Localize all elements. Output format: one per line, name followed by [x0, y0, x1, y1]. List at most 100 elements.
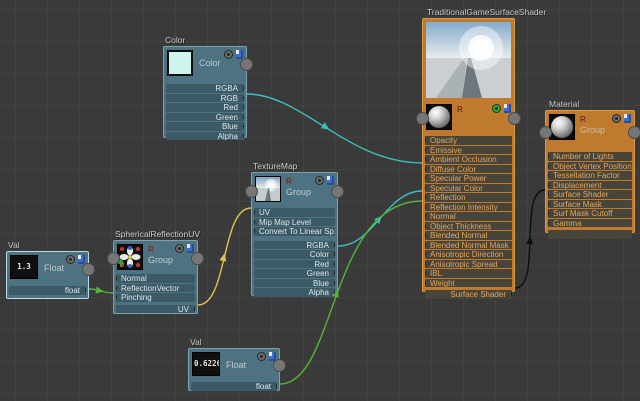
- connector-bubble[interactable]: [82, 263, 95, 276]
- port-blended-normal-mask[interactable]: [425, 240, 426, 249]
- port-row: UV: [254, 208, 335, 217]
- gizmo-preview[interactable]: [117, 244, 143, 270]
- node-type-label: Float: [226, 360, 247, 370]
- connector-bubble[interactable]: [539, 126, 552, 139]
- connector-bubble[interactable]: [331, 185, 344, 198]
- port-displacement[interactable]: [548, 180, 549, 189]
- port-row: VConvert To Linear Sp.: [254, 227, 335, 236]
- port-rgb[interactable]: [243, 93, 244, 102]
- port-blended-normal[interactable]: [425, 231, 426, 239]
- port-blue[interactable]: [334, 278, 335, 287]
- comment-flag-icon[interactable]: [327, 176, 334, 185]
- preview-toggle-icon[interactable]: [492, 104, 501, 113]
- comment-flag-icon[interactable]: [624, 114, 631, 123]
- port-number-of-lights[interactable]: V: [548, 152, 549, 160]
- connector-bubble[interactable]: [416, 112, 429, 125]
- wire-texturemap-color-to-reflection[interactable]: [337, 190, 423, 247]
- port-row: Reflection Intensity: [425, 202, 512, 211]
- port-alpha[interactable]: [243, 131, 244, 140]
- connector-bubble[interactable]: [273, 359, 286, 372]
- port-reflection-intensity[interactable]: [425, 202, 426, 211]
- comment-flag-icon[interactable]: [504, 104, 511, 113]
- port-specular-color[interactable]: [425, 183, 426, 192]
- connector-bubble[interactable]: [628, 126, 640, 139]
- port-gamma[interactable]: V: [548, 218, 549, 227]
- port-diffuse-color[interactable]: [425, 164, 426, 173]
- wire-surfaceshader-to-material[interactable]: [514, 189, 546, 289]
- comment-flag-icon[interactable]: [78, 255, 85, 264]
- comment-flag-icon[interactable]: [187, 244, 194, 253]
- shader-preview-image[interactable]: [426, 22, 511, 98]
- port-float-out[interactable]: [85, 286, 86, 294]
- shader-graph-canvas[interactable]: { "colors":{ "port_green":"#76c02f","por…: [0, 0, 640, 401]
- node-color[interactable]: Color Color RGBA RGB Red Green Blue Alph…: [163, 35, 253, 140]
- wire-color-rgb-to-diffuse-color[interactable]: [246, 93, 423, 164]
- node-texturemap[interactable]: TextureMap R Group UV Mip Map Level VCon…: [245, 161, 344, 297]
- port-rgba[interactable]: [334, 240, 335, 249]
- connector-bubble[interactable]: [191, 252, 204, 265]
- port-reflection[interactable]: [425, 193, 426, 201]
- port-anisotropic-direction[interactable]: [425, 250, 426, 258]
- port-surf-mask-cutoff[interactable]: [548, 209, 549, 217]
- port-blue[interactable]: [243, 122, 244, 130]
- port-pinching[interactable]: [116, 293, 117, 301]
- preview-toggle-icon[interactable]: [257, 352, 266, 361]
- node-sphericalreflectionuv[interactable]: SphericalReflectionUV R Group Normal Ref…: [107, 229, 204, 314]
- port-red[interactable]: [334, 259, 335, 268]
- port-tessellation-factor[interactable]: [548, 171, 549, 179]
- connector-bubble[interactable]: [245, 185, 258, 198]
- port-green[interactable]: [243, 112, 244, 121]
- port-row: float: [191, 382, 277, 391]
- port-uv[interactable]: [254, 208, 255, 216]
- port-uv-out[interactable]: [194, 304, 195, 313]
- material-sphere-preview[interactable]: [426, 104, 452, 130]
- float-value-field[interactable]: 1.3: [10, 255, 38, 279]
- port-red[interactable]: [243, 103, 244, 111]
- material-sphere-preview[interactable]: [549, 114, 575, 140]
- port-weight[interactable]: [425, 278, 426, 287]
- connector-bubble[interactable]: [240, 58, 253, 71]
- preview-toggle-icon[interactable]: [66, 255, 75, 264]
- color-swatch[interactable]: [167, 50, 193, 76]
- preview-toggle-icon[interactable]: [612, 114, 621, 123]
- port-object-vertex-position[interactable]: [548, 161, 549, 170]
- empty-output-strip: [548, 230, 632, 239]
- node-traditionalgamesurfaceshader[interactable]: TraditionalGameSurfaceShader R Group Opa…: [416, 7, 546, 299]
- node-val-1[interactable]: Val 1.3 Float float: [6, 240, 95, 299]
- port-color[interactable]: [334, 250, 335, 258]
- port-normal[interactable]: [425, 212, 426, 220]
- comment-flag-icon[interactable]: [236, 50, 243, 59]
- port-ibl[interactable]: [425, 269, 426, 277]
- preview-toggle-icon[interactable]: [224, 50, 233, 59]
- port-float-out[interactable]: [276, 382, 277, 390]
- port-anisotropic-spread[interactable]: [425, 259, 426, 268]
- port-surface-mask[interactable]: [548, 199, 549, 208]
- preview-toggle-icon[interactable]: [315, 176, 324, 185]
- port-convert-linear[interactable]: V: [254, 227, 255, 235]
- texture-preview[interactable]: [255, 176, 281, 202]
- connector-bubble[interactable]: [107, 252, 120, 265]
- wire-sphericaluv-to-texturemap-uv[interactable]: [197, 207, 252, 306]
- port-surface-shader-in[interactable]: [548, 190, 549, 198]
- preview-toggle-icon[interactable]: [175, 244, 184, 253]
- connector-bubble[interactable]: [508, 112, 521, 125]
- port-opacity[interactable]: [425, 136, 426, 144]
- port-emissive[interactable]: [425, 145, 426, 154]
- group-label: Group: [148, 255, 174, 265]
- port-specular-power[interactable]: [425, 174, 426, 182]
- port-mip-map-level[interactable]: [254, 217, 255, 226]
- port-ambient-occlusion[interactable]: [425, 155, 426, 163]
- node-material[interactable]: Material R Group VNumber of Lights Objec…: [539, 99, 640, 239]
- node-val-2[interactable]: Val 0.6226563 Float float: [188, 337, 286, 391]
- port-normal[interactable]: [116, 274, 117, 282]
- port-object-thickness[interactable]: [425, 221, 426, 230]
- port-row: Tessellation Factor: [548, 171, 632, 180]
- port-alpha[interactable]: [334, 288, 335, 296]
- wire-val-to-pinching[interactable]: [88, 288, 114, 294]
- port-surface-shader-out[interactable]: [511, 290, 512, 298]
- wire-arrow-icon: [526, 236, 534, 245]
- float-value-field[interactable]: 0.6226563: [192, 352, 220, 376]
- port-reflectionvector[interactable]: [116, 283, 117, 292]
- port-green[interactable]: [334, 269, 335, 277]
- port-rgba[interactable]: [243, 84, 244, 92]
